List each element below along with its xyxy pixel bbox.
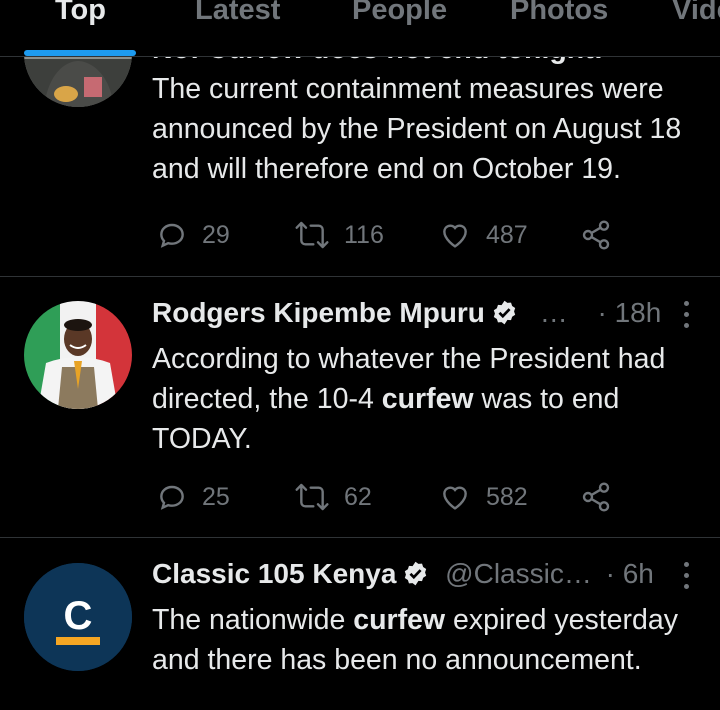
author-handle[interactable]: @Classic…: [445, 558, 592, 589]
share-icon: [582, 220, 610, 250]
tweet-header: Classic 105 Kenya @Classic… · 6h: [152, 558, 696, 598]
retweet-button[interactable]: 116: [294, 215, 384, 255]
tweet-actions: 29 116 487: [156, 215, 626, 255]
avatar-letter: C: [64, 594, 93, 638]
tab-videos[interactable]: Videos: [672, 0, 720, 27]
author-name[interactable]: Rodgers Kipembe Mpuru: [152, 297, 485, 328]
tweet-text: According to whatever the President had …: [152, 343, 666, 455]
tweet[interactable]: Rodgers Kipembe Mpuru … · 18h According …: [0, 277, 720, 538]
tweet-time[interactable]: 6h: [623, 558, 654, 589]
retweet-count: 62: [344, 482, 372, 511]
like-count: 487: [486, 220, 528, 249]
share-button[interactable]: [580, 215, 626, 255]
tweet-text: The nationwide curfew expired yesterday …: [152, 604, 678, 676]
verified-badge-icon: [405, 561, 427, 586]
retweet-count: 116: [344, 220, 384, 249]
verified-badge-icon: [493, 300, 516, 325]
like-button[interactable]: 487: [438, 215, 528, 255]
tweet-text: No! Curfew does not end tonight! The cur…: [152, 57, 682, 185]
avatar[interactable]: C: [24, 563, 132, 671]
heart-icon: [443, 224, 467, 248]
like-button[interactable]: 582: [438, 477, 528, 517]
author-name[interactable]: Classic 105 Kenya: [152, 558, 396, 589]
reply-count: 29: [202, 220, 230, 249]
search-tab-bar: Top Latest People Photos Videos: [0, 0, 720, 57]
avatar[interactable]: [24, 57, 132, 107]
heart-icon: [443, 486, 467, 510]
author-handle[interactable]: …: [540, 297, 568, 328]
like-count: 582: [486, 482, 528, 511]
share-icon: [582, 482, 610, 512]
tweet[interactable]: C Classic 105 Kenya @Classic… · 6h The n…: [0, 538, 720, 710]
reply-button[interactable]: 25: [156, 477, 230, 517]
tweet-actions: 25 62 582: [156, 477, 626, 517]
tweet-time[interactable]: 18h: [615, 297, 662, 328]
reply-count: 25: [202, 482, 230, 511]
share-button[interactable]: [580, 477, 626, 517]
avatar[interactable]: [24, 301, 132, 409]
reply-icon: [160, 223, 184, 248]
tweet-header: Rodgers Kipembe Mpuru … · 18h: [152, 297, 696, 337]
more-options-icon[interactable]: [682, 301, 692, 331]
tab-photos[interactable]: Photos: [510, 0, 608, 27]
tab-top[interactable]: Top: [55, 0, 106, 27]
tweet[interactable]: No! Curfew does not end tonight! The cur…: [0, 57, 720, 277]
reply-icon: [160, 485, 184, 510]
reply-button[interactable]: 29: [156, 215, 230, 255]
tab-latest[interactable]: Latest: [195, 0, 280, 27]
tab-people[interactable]: People: [352, 0, 447, 27]
retweet-button[interactable]: 62: [294, 477, 372, 517]
more-options-icon[interactable]: [682, 562, 692, 592]
retweet-icon: [295, 221, 329, 249]
active-tab-indicator: [24, 50, 136, 56]
retweet-icon: [295, 483, 329, 511]
